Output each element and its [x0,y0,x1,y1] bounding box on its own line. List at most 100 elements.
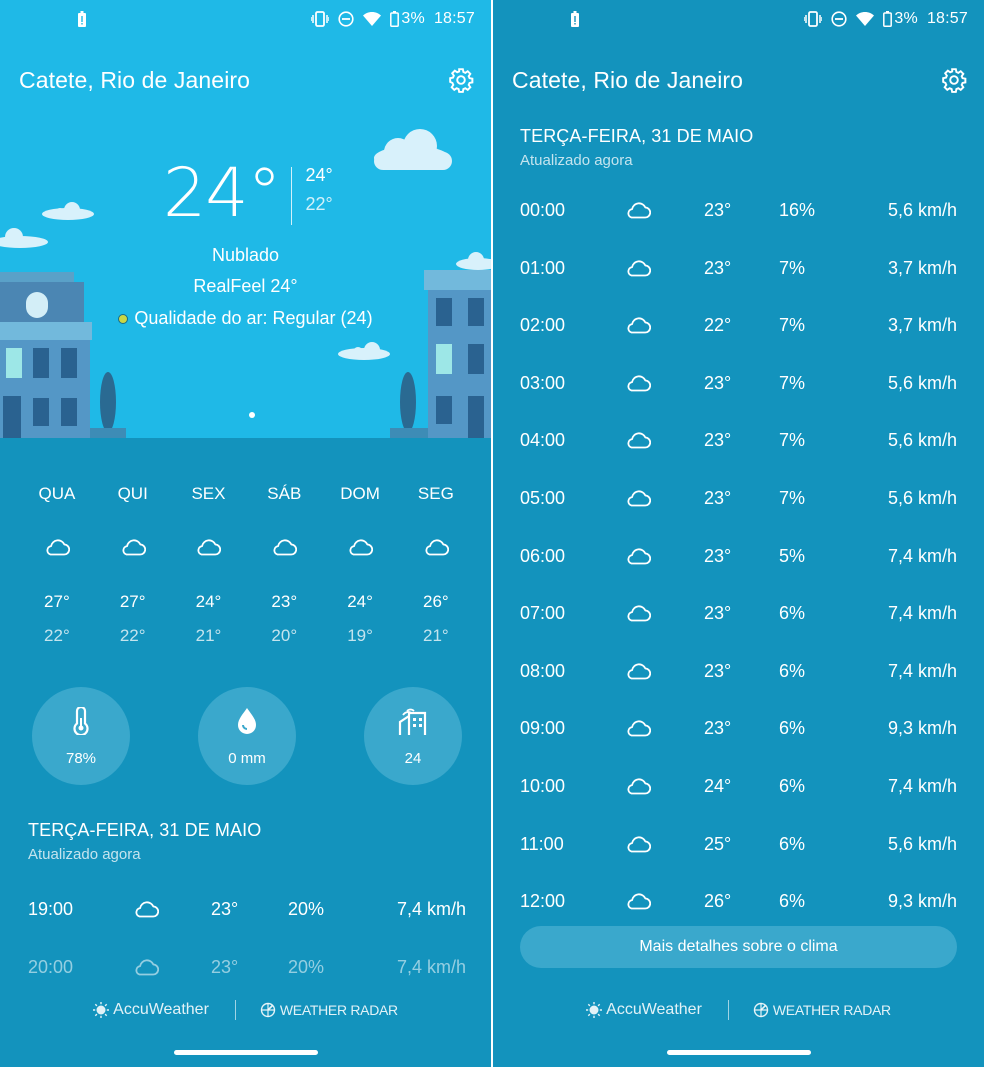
forecast-day-label: QUI [117,484,148,503]
hourly-row[interactable]: 12:00 26° 6% 9,3 km/h [493,886,984,916]
hourly-row[interactable]: 09:00 23° 6% 9,3 km/h [493,713,984,743]
hourly-row[interactable]: 20:00 23° 20% 7,4 km/h [0,952,491,982]
temperature-range: 24° 22° [306,165,333,215]
weather-radar-logo[interactable]: WEATHER RADAR [260,1002,398,1018]
forecast-day[interactable]: QUI 27° 22° [95,484,171,646]
hour-wind: 5,6 km/h [887,488,957,508]
hour-time: 09:00 [520,718,566,739]
forecast-day[interactable]: DOM 24° 19° [322,484,398,646]
forecast-low: 20° [271,626,298,645]
thermometer-icon [73,707,89,735]
hourly-row[interactable]: 04:00 23° 7% 5,6 km/h [493,425,984,455]
forecast-high: 24° [195,592,222,611]
hour-precipitation: 20% [288,956,325,977]
battery-percent: 3% [894,10,918,27]
hour-precipitation: 7% [779,372,806,393]
radar-icon [260,1002,276,1018]
forecast-day[interactable]: QUA 27° 22° [19,484,95,646]
hourly-row[interactable]: 02:00 22° 7% 3,7 km/h [493,310,984,340]
air-quality-stat[interactable]: 24 [364,687,462,785]
cloud-icon [197,539,222,556]
hour-wind: 7,4 km/h [887,776,957,796]
hour-temperature: 23° [704,372,732,393]
hour-temperature: 23° [704,430,732,451]
hour-temperature: 23° [704,200,732,220]
hour-temperature: 23° [704,603,732,624]
hourly-row[interactable]: 06:00 23° 5% 7,4 km/h [493,541,984,571]
hour-precipitation: 6% [779,833,806,854]
hour-precipitation: 6% [779,660,806,681]
home-indicator[interactable] [666,1050,811,1055]
forecast-high: 23° [271,592,298,611]
home-indicator[interactable] [173,1050,318,1055]
status-time: 18:57 [433,10,475,27]
hour-temperature: 23° [211,899,239,919]
current-temperature-block: 24° 24° 22° [163,155,333,233]
hour-wind: 9,3 km/h [887,891,957,912]
hourly-row[interactable]: 01:00 23° 7% 3,7 km/h [493,253,984,283]
forecast-high: 24° [347,592,373,611]
air-quality-value: 24 [404,750,422,767]
hour-time: 04:00 [520,430,566,451]
forecast-day[interactable]: SÁB 23° 20° [246,484,322,646]
hour-wind: 7,4 km/h [396,899,466,919]
gear-icon [942,68,967,93]
hour-precipitation: 20% [288,899,325,919]
cloud-icon [627,375,652,392]
cloud-icon [273,539,298,556]
app-header: Catete, Rio de Janeiro [512,58,974,102]
location-title[interactable]: Catete, Rio de Janeiro [19,67,250,94]
app-header: Catete, Rio de Janeiro [19,58,481,102]
settings-button[interactable] [441,60,481,100]
weather-radar-logo[interactable]: WEATHER RADAR [753,1002,891,1018]
hour-temperature: 24° [704,776,732,796]
daily-forecast: QUA 27° 22° QUI 27° 22° SEX 24° 21° SÁB 23° 20° DOM 2… [19,484,474,646]
footer-brands: AccuWeather WEATHER RADAR [493,997,984,1023]
air-quality-summary[interactable]: Qualidade do ar: Regular (24) [0,308,491,329]
hour-temperature: 23° [704,488,732,508]
footer-divider [234,1000,236,1020]
accuweather-logo[interactable]: AccuWeather [93,1001,209,1019]
do-not-disturb-icon [338,11,355,27]
hour-temperature: 23° [704,545,732,566]
hour-wind: 7,4 km/h [887,545,957,566]
hour-precipitation: 5% [779,545,806,566]
hourly-section-title: TERÇA-FEIRA, 31 DE MAIO [520,126,754,146]
humidity-stat[interactable]: 78% [32,687,130,785]
hour-time: 20:00 [28,956,74,977]
hour-wind: 3,7 km/h [887,257,957,278]
cloud-icon [46,539,70,556]
footer-brands: AccuWeather WEATHER RADAR [0,997,491,1023]
hourly-detail-screen: 3% 18:57 Catete, Rio de Janeiro TERÇA-FE… [493,0,984,1067]
weather-main-screen: 24° 24° 22° Nublado RealFeel 24° Qualida… [0,0,491,1067]
hour-wind: 3,7 km/h [887,315,957,336]
hourly-row[interactable]: 05:00 23° 7% 5,6 km/h [493,483,984,513]
cloud-icon [135,901,160,918]
updated-label: Atualizado agora [28,846,141,863]
accuweather-logo[interactable]: AccuWeather [586,1001,702,1019]
forecast-day-label: QUA [38,484,76,503]
more-details-button[interactable]: Mais detalhes sobre o clima [520,926,957,968]
forecast-day-label: SEG [417,484,454,503]
hourly-row[interactable]: 08:00 23° 6% 7,4 km/h [493,656,984,686]
precipitation-stat[interactable]: 0 mm [198,687,296,785]
hourly-row[interactable]: 10:00 24° 6% 7,4 km/h [493,771,984,801]
forecast-day[interactable]: SEG 26° 21° [398,484,474,646]
weather-radar-label: WEATHER RADAR [279,1002,398,1018]
hour-time: 07:00 [520,603,566,624]
hourly-row[interactable]: 00:00 23° 16% 5,6 km/h [493,195,984,225]
forecast-low: 19° [347,626,373,645]
humidity-value: 78% [65,750,97,767]
hourly-row[interactable]: 07:00 23° 6% 7,4 km/h [493,598,984,628]
hourly-row[interactable]: 03:00 23° 7% 5,6 km/h [493,368,984,398]
settings-button[interactable] [934,60,974,100]
location-title[interactable]: Catete, Rio de Janeiro [512,67,743,94]
hourly-row[interactable]: 19:00 23° 20% 7,4 km/h [0,894,491,924]
hour-precipitation: 6% [779,891,806,912]
hourly-row[interactable]: 11:00 25° 6% 5,6 km/h [493,829,984,859]
gear-icon [449,68,474,93]
hour-wind: 5,6 km/h [887,372,957,393]
forecast-day[interactable]: SEX 24° 21° [171,484,247,646]
cloud-icon [627,778,652,795]
hour-wind: 7,4 km/h [887,660,957,681]
